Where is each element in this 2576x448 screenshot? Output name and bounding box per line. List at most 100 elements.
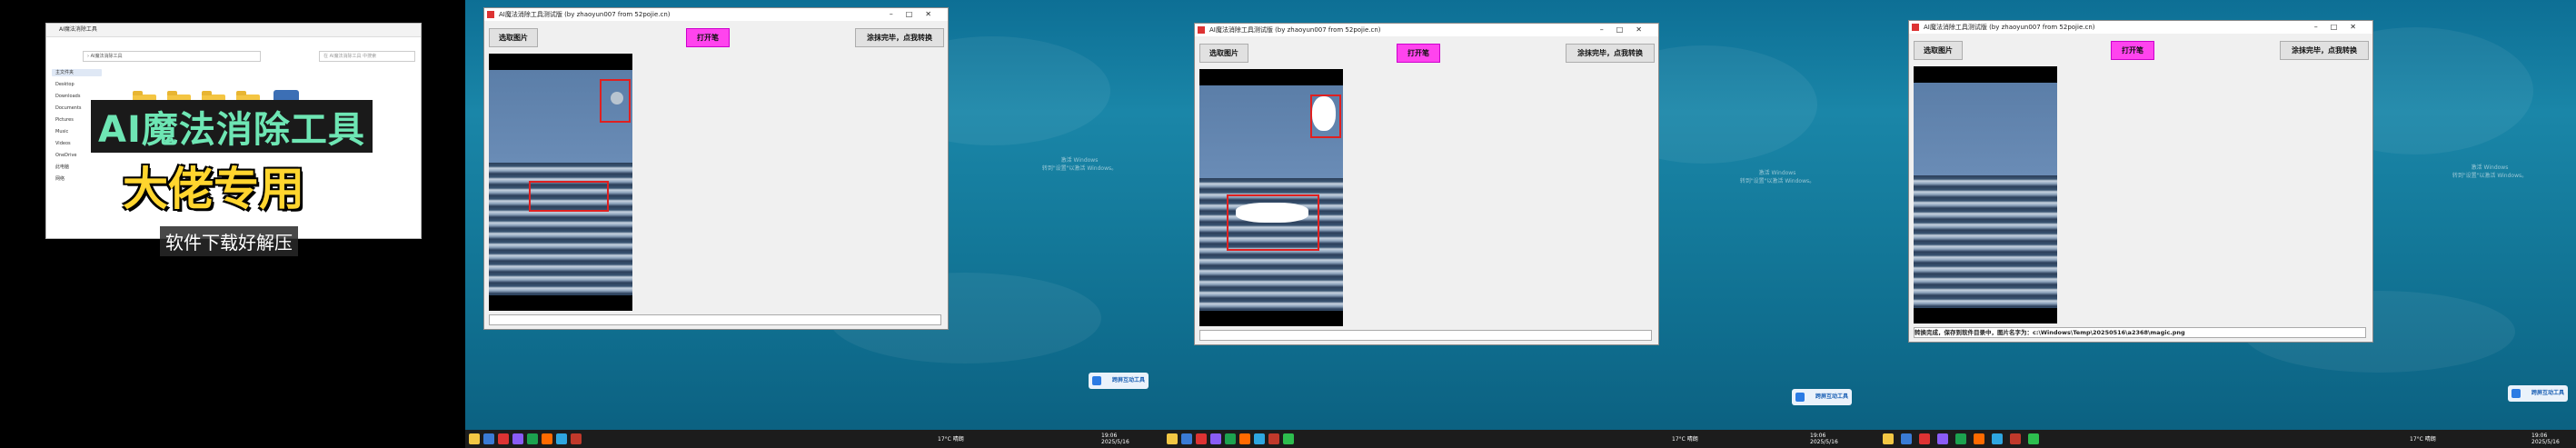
cross-screen-tool[interactable]: 跨屏互动工具 [1089, 373, 1149, 389]
explorer-tab[interactable]: AI魔法消除工具 [46, 24, 421, 37]
cross-screen-tool[interactable]: 跨屏互动工具 [1792, 389, 1852, 405]
status-field[interactable] [1199, 330, 1652, 341]
select-image-button[interactable]: 选取图片 [1914, 41, 1963, 60]
app-icon[interactable] [1955, 433, 1966, 444]
wechat-icon[interactable] [1283, 433, 1294, 444]
app-icon[interactable] [1196, 433, 1207, 444]
wechat-icon[interactable] [2028, 433, 2039, 444]
share-icon [1795, 393, 1805, 402]
app-icon[interactable] [1974, 433, 1984, 444]
nav-item[interactable]: 网络 [52, 175, 102, 183]
wave-area [1914, 175, 2057, 308]
app-window: AI魔法消除工具测试版 (by zhaoyun007 from 52pojie.… [1194, 23, 1659, 345]
magic-eraser-icon[interactable] [1268, 433, 1279, 444]
file-explorer-icon[interactable] [1167, 433, 1178, 444]
magic-eraser-icon[interactable] [571, 433, 582, 444]
window-title-text: AI魔法消除工具测试版 (by zhaoyun007 from 52pojie.… [499, 11, 671, 18]
tray-label: 跨屏互动工具 [1815, 393, 1848, 400]
nav-item[interactable]: Downloads [52, 93, 102, 100]
nav-item[interactable]: 此电脑 [52, 164, 102, 171]
magic-eraser-icon[interactable] [2010, 433, 2021, 444]
window-title: AI魔法消除工具测试版 (by zhaoyun007 from 52pojie.… [1195, 24, 1658, 36]
app-icon[interactable] [1901, 433, 1912, 444]
taskbar: 17°C 晴朗 19:06 2025/5/16 [1163, 430, 1861, 448]
image-canvas[interactable] [1914, 66, 2057, 324]
selection-box[interactable] [1227, 194, 1319, 251]
selection-box[interactable] [1310, 95, 1341, 138]
window-controls[interactable]: –□✕ [890, 8, 944, 21]
app-icon[interactable] [483, 433, 494, 444]
eraser-pen-button[interactable]: 打开笔 [686, 28, 730, 47]
taskbar: 17°C 晴朗 19:06 2025/5/16 [1861, 430, 2576, 448]
app-icon [1912, 24, 1919, 31]
clock-date: 2025/5/16 [2531, 439, 2560, 445]
window-title: AI魔法消除工具测试版 (by zhaoyun007 from 52pojie.… [1909, 21, 2372, 34]
nav-item[interactable]: OneDrive [52, 152, 102, 159]
weather-text[interactable]: 17°C 晴朗 [2410, 436, 2436, 443]
app-icon[interactable] [1239, 433, 1250, 444]
clock-date: 2025/5/16 [1101, 439, 1129, 445]
file-explorer-icon[interactable] [1883, 433, 1894, 444]
activation-watermark: 激活 Windows 转到"设置"以激活 Windows。 [2444, 164, 2535, 180]
watermark-line: 激活 Windows [1758, 170, 1796, 176]
app-window: AI魔法消除工具测试版 (by zhaoyun007 from 52pojie.… [483, 7, 949, 330]
app-icon[interactable] [498, 433, 509, 444]
weather-text[interactable]: 17°C 晴朗 [1672, 436, 1698, 443]
taskbar: 17°C 晴朗 19:06 2025/5/16 [465, 430, 1163, 448]
nav-item[interactable]: 主文件夹 [52, 69, 102, 76]
app-icon[interactable] [512, 433, 523, 444]
eraser-pen-button[interactable]: 打开笔 [2111, 41, 2154, 60]
app-icon[interactable] [1254, 433, 1265, 444]
watermark-line: 转到"设置"以激活 Windows。 [2452, 173, 2528, 179]
clock-time: 19:06 [2531, 433, 2548, 439]
subheadline-text: 大佬专用 [123, 163, 304, 215]
clock[interactable]: 19:06 2025/5/16 [2531, 433, 2560, 445]
select-image-button[interactable]: 选取图片 [489, 28, 538, 47]
selection-box[interactable] [600, 79, 631, 123]
app-window: AI魔法消除工具测试版 (by zhaoyun007 from 52pojie.… [1908, 20, 2373, 343]
status-field[interactable] [489, 314, 941, 325]
video-frame-intro: AI魔法消除工具 › AI魔法消除工具 在 AI魔法消除工具 中搜索 主文件夹 … [0, 0, 465, 448]
image-canvas[interactable] [1199, 69, 1343, 326]
desktop-panel-2: AI魔法消除工具测试版 (by zhaoyun007 from 52pojie.… [1163, 0, 1861, 448]
app-icon[interactable] [1210, 433, 1221, 444]
window-controls[interactable]: –□✕ [1600, 24, 1655, 36]
clock-time: 19:06 [1101, 433, 1118, 439]
convert-button[interactable]: 涂抹完毕，点我转换 [2280, 41, 2369, 60]
watermark-line: 激活 Windows [1060, 157, 1099, 164]
app-icon[interactable] [1992, 433, 2003, 444]
app-icon[interactable] [556, 433, 567, 444]
app-icon[interactable] [1919, 433, 1930, 444]
selection-box[interactable] [529, 181, 609, 212]
file-explorer-icon[interactable] [469, 433, 480, 444]
desktop-panel-3: AI魔法消除工具测试版 (by zhaoyun007 from 52pojie.… [1861, 0, 2576, 448]
convert-button[interactable]: 涂抹完毕，点我转换 [855, 28, 944, 47]
activation-watermark: 激活 Windows 转到"设置"以激活 Windows。 [1732, 169, 1823, 185]
app-icon[interactable] [1937, 433, 1948, 444]
clock-date: 2025/5/16 [1810, 439, 1838, 445]
window-title: AI魔法消除工具测试版 (by zhaoyun007 from 52pojie.… [484, 8, 948, 21]
headline-text: AI魔法消除工具 [91, 100, 373, 153]
nav-item[interactable]: Desktop [52, 81, 102, 88]
watermark-line: 转到"设置"以激活 Windows。 [1739, 178, 1815, 184]
search-input[interactable]: 在 AI魔法消除工具 中搜索 [319, 51, 415, 62]
image-canvas[interactable] [489, 54, 632, 311]
app-icon[interactable] [542, 433, 552, 444]
sky-area [1914, 83, 2057, 175]
tray-label: 跨屏互动工具 [1111, 377, 1145, 383]
eraser-pen-button[interactable]: 打开笔 [1397, 44, 1440, 63]
clock[interactable]: 19:06 2025/5/16 [1810, 433, 1838, 445]
app-icon[interactable] [1225, 433, 1236, 444]
convert-button[interactable]: 涂抹完毕，点我转换 [1566, 44, 1655, 63]
window-controls[interactable]: –□✕ [2314, 21, 2369, 34]
address-bar[interactable]: › AI魔法消除工具 [83, 51, 261, 62]
app-icon[interactable] [527, 433, 538, 444]
weather-text[interactable]: 17°C 晴朗 [938, 436, 964, 443]
clock[interactable]: 19:06 2025/5/16 [1101, 433, 1129, 445]
select-image-button[interactable]: 选取图片 [1199, 44, 1248, 63]
activation-watermark: 激活 Windows 转到"设置"以激活 Windows。 [1034, 156, 1125, 173]
app-icon[interactable] [1181, 433, 1192, 444]
result-status-field[interactable]: 转换完成，保存到软件目录中，图片名字为：c:\Windows\Temp\2025… [1914, 327, 2366, 338]
cross-screen-tool[interactable]: 跨屏互动工具 [2508, 385, 2568, 402]
tray-label: 跨屏互动工具 [2531, 390, 2564, 396]
